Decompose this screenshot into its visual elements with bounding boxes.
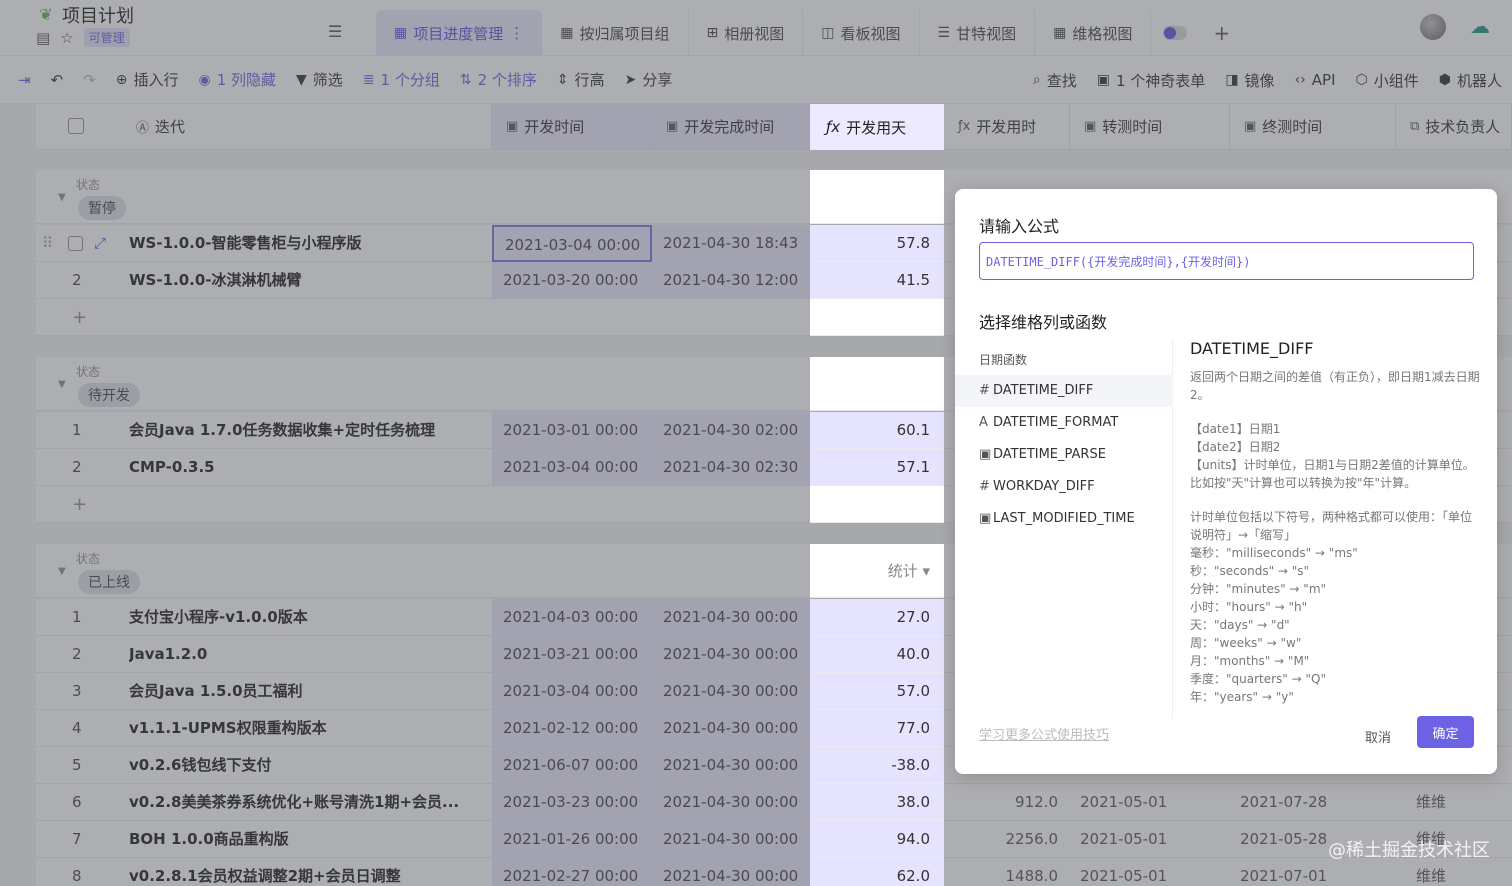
doc-param-line: 【date2】日期2 bbox=[1190, 440, 1281, 454]
doc-description: 返回两个日期之间的差值（有正负），即日期1减去日期2。 bbox=[1190, 370, 1480, 402]
dev-days-cell[interactable]: 57.1 bbox=[810, 449, 944, 486]
number-icon: # bbox=[979, 383, 990, 398]
formula-input[interactable] bbox=[979, 242, 1474, 280]
doc-title: DATETIME_DIFF bbox=[1190, 339, 1314, 358]
doc-param-line: 【units】计时单位，日期1与日期2差值的计算单位。比如按"天"计算也可以转换… bbox=[1190, 458, 1475, 490]
formula-icon: ƒx bbox=[826, 118, 841, 136]
formula-column-blank[interactable] bbox=[810, 486, 944, 523]
dev-days-cell[interactable]: 57.8 bbox=[810, 225, 944, 262]
calendar-icon: ▣ bbox=[979, 511, 992, 526]
dev-days-cell[interactable]: 77.0 bbox=[810, 710, 944, 747]
doc-units: 计时单位包括以下符号，两种格式都可以使用：「单位说明符」→「缩写」毫秒："mil… bbox=[1190, 508, 1480, 706]
doc-unit-line: 天："days" → "d" bbox=[1190, 618, 1290, 632]
watermark: @稀土掘金技术社区 bbox=[1328, 840, 1490, 861]
formula-dialog: 请输入公式 选择维格列或函数 日期函数 #DATETIME_DIFF ADATE… bbox=[955, 189, 1497, 774]
function-workday-diff[interactable]: # WORKDAY_DIFF bbox=[955, 471, 1173, 503]
function-datetime-format[interactable]: A DATETIME_FORMAT bbox=[955, 407, 1173, 439]
dev-days-cell[interactable]: 60.1 bbox=[810, 412, 944, 449]
dev-days-cell[interactable]: 38.0 bbox=[810, 784, 944, 821]
doc-params: 【date1】日期1 【date2】日期2 【units】计时单位，日期1与日期2差… bbox=[1190, 420, 1480, 492]
doc-units-intro: 计时单位包括以下符号，两种格式都可以使用：「单位说明符」→「缩写」 bbox=[1190, 510, 1473, 542]
dev-days-cell[interactable]: 41.5 bbox=[810, 262, 944, 299]
confirm-button[interactable]: 确定 bbox=[1417, 716, 1474, 748]
statistics-label[interactable]: 统计 ▾ bbox=[888, 560, 930, 581]
doc-unit-line: 月："months" → "M" bbox=[1190, 654, 1310, 668]
doc-unit-line: 秒："seconds" → "s" bbox=[1190, 564, 1310, 578]
dev-days-cell[interactable]: 62.0 bbox=[810, 858, 944, 886]
dev-days-cell[interactable]: 94.0 bbox=[810, 821, 944, 858]
doc-unit-line: 季度："quarters" → "Q" bbox=[1190, 672, 1326, 686]
calendar-icon: ▣ bbox=[979, 447, 992, 462]
function-documentation: DATETIME_DIFF 返回两个日期之间的差值（有正负），即日期1减去日期2… bbox=[1190, 339, 1480, 711]
doc-unit-line: 周："weeks" → "w" bbox=[1190, 636, 1302, 650]
function-last-modified-time[interactable]: ▣ LAST_MODIFIED_TIME bbox=[955, 503, 1173, 535]
doc-unit-line: 分钟："minutes" → "m" bbox=[1190, 582, 1327, 596]
statistics-cell[interactable]: 统计 ▾ bbox=[810, 544, 944, 598]
dev-days-cell[interactable]: 57.0 bbox=[810, 673, 944, 710]
column-header-dev-days[interactable]: ƒx 开发用天 bbox=[810, 104, 944, 150]
cancel-button[interactable]: 取消 bbox=[1365, 727, 1391, 746]
formula-column: ƒx 开发用天 57.8 41.5 60.1 57.1 统计 ▾ 27.0 40.0 57.0 7… bbox=[810, 104, 944, 886]
formula-column-blank[interactable] bbox=[810, 357, 944, 411]
dev-days-cell[interactable]: 27.0 bbox=[810, 599, 944, 636]
doc-param-line: 【date1】日期1 bbox=[1190, 422, 1281, 436]
dev-days-cell[interactable]: 40.0 bbox=[810, 636, 944, 673]
number-icon: # bbox=[979, 479, 990, 494]
function-section-title: 选择维格列或函数 bbox=[979, 313, 1108, 332]
doc-unit-line: 小时："hours" → "h" bbox=[1190, 600, 1308, 614]
formula-column-blank[interactable] bbox=[810, 299, 944, 336]
learn-more-link[interactable]: 学习更多公式使用技巧 bbox=[979, 724, 1109, 743]
dialog-title: 请输入公式 bbox=[979, 217, 1060, 236]
dev-days-cell[interactable]: -38.0 bbox=[810, 747, 944, 784]
formula-column-blank[interactable] bbox=[810, 170, 944, 224]
function-datetime-parse[interactable]: ▣ DATETIME_PARSE bbox=[955, 439, 1173, 471]
function-group-label: 日期函数 bbox=[979, 353, 1028, 367]
text-icon: A bbox=[979, 415, 988, 430]
doc-unit-line: 年："years" → "y" bbox=[1190, 690, 1294, 704]
function-list: 日期函数 # DATETIME_DIFF A DATETIME_FORMAT ▣ DA… bbox=[955, 339, 1173, 719]
doc-unit-line: 毫秒："milliseconds" → "ms" bbox=[1190, 546, 1358, 560]
function-datetime-diff[interactable]: # DATETIME_DIFF bbox=[955, 375, 1173, 407]
